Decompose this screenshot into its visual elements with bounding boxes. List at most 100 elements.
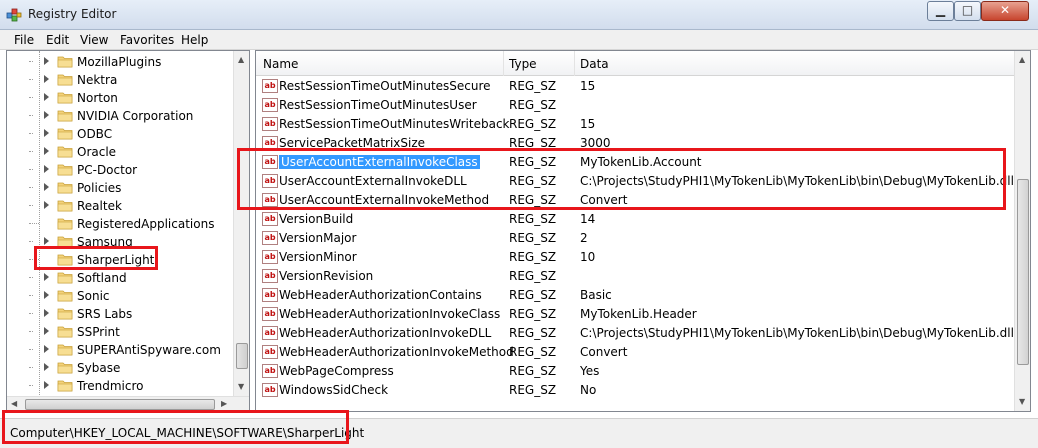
- registry-value-row[interactable]: ab VersionMinor REG_SZ 10: [256, 248, 1014, 267]
- column-header-type[interactable]: Type: [509, 57, 537, 71]
- expand-arrow-icon[interactable]: [44, 165, 49, 173]
- scroll-down-arrow-icon[interactable]: ▼: [238, 382, 244, 391]
- registry-value-row[interactable]: ab WebHeaderAuthorizationContains REG_SZ Ba…: [256, 286, 1014, 305]
- folder-icon: [57, 290, 73, 302]
- registry-value-row[interactable]: ab WebHeaderAuthorizationInvokeClass REG_S…: [256, 305, 1014, 324]
- string-value-icon: ab: [262, 98, 278, 112]
- tree-item[interactable]: SSPrint: [7, 323, 235, 341]
- expand-arrow-icon[interactable]: [44, 183, 49, 191]
- string-value-icon: ab: [262, 117, 278, 131]
- registry-value-row[interactable]: ab WebPageCompress REG_SZ Yes: [256, 362, 1014, 381]
- highlight-box-useraccount-values: [237, 148, 1006, 210]
- registry-value-row[interactable]: ab VersionMajor REG_SZ 2: [256, 229, 1014, 248]
- close-button[interactable]: ✕: [981, 1, 1029, 21]
- value-data: Convert: [580, 345, 628, 359]
- column-divider[interactable]: [574, 51, 575, 76]
- tree-item[interactable]: Trendmicro: [7, 377, 235, 395]
- scroll-left-arrow-icon[interactable]: ◀: [11, 399, 17, 408]
- menu-help[interactable]: Help: [181, 33, 208, 47]
- list-vertical-scroll-thumb[interactable]: [1017, 179, 1029, 365]
- expand-arrow-icon[interactable]: [44, 327, 49, 335]
- tree-item[interactable]: Sonic: [7, 287, 235, 305]
- tree-item[interactable]: Nektra: [7, 71, 235, 89]
- scroll-up-arrow-icon[interactable]: ▲: [1019, 55, 1025, 64]
- minimize-button[interactable]: ▁: [927, 1, 954, 21]
- tree-item[interactable]: ODBC: [7, 125, 235, 143]
- tree-item-label: PC-Doctor: [77, 163, 138, 177]
- folder-icon: [57, 128, 73, 140]
- expand-arrow-icon[interactable]: [44, 57, 49, 65]
- scroll-down-arrow-icon[interactable]: ▼: [1019, 397, 1025, 406]
- tree-item[interactable]: Oracle: [7, 143, 235, 161]
- expand-arrow-icon[interactable]: [44, 237, 49, 245]
- scroll-up-arrow-icon[interactable]: ▲: [238, 55, 244, 64]
- tree-item[interactable]: Policies: [7, 179, 235, 197]
- tree-item[interactable]: Realtek: [7, 197, 235, 215]
- registry-value-row[interactable]: ab WebHeaderAuthorizationInvokeMethod REG_…: [256, 343, 1014, 362]
- expand-arrow-icon[interactable]: [44, 345, 49, 353]
- value-type: REG_SZ: [509, 79, 557, 93]
- expand-arrow-icon[interactable]: [44, 129, 49, 137]
- value-list-pane[interactable]: Name Type Data ab RestSessionTimeOutMinut…: [255, 50, 1031, 412]
- tree-connector: [29, 277, 33, 278]
- menu-view[interactable]: View: [80, 33, 108, 47]
- menu-file[interactable]: File: [14, 33, 34, 47]
- expand-arrow-icon[interactable]: [44, 75, 49, 83]
- window-title: Registry Editor: [28, 7, 117, 21]
- expand-arrow-icon[interactable]: [44, 291, 49, 299]
- value-name: WebHeaderAuthorizationInvokeClass: [279, 307, 501, 321]
- expand-arrow-icon[interactable]: [44, 381, 49, 389]
- menu-edit[interactable]: Edit: [46, 33, 69, 47]
- expand-arrow-icon[interactable]: [44, 363, 49, 371]
- expand-arrow-icon[interactable]: [44, 111, 49, 119]
- list-vertical-scrollbar[interactable]: ▲ ▼: [1014, 51, 1030, 411]
- tree-item-label: Trendmicro: [77, 379, 144, 393]
- tree-item-label: SUPERAntiSpyware.com: [77, 343, 221, 357]
- scroll-right-arrow-icon[interactable]: ▶: [221, 399, 227, 408]
- tree-item[interactable]: NVIDIA Corporation: [7, 107, 235, 125]
- string-value-icon: ab: [262, 307, 278, 321]
- registry-editor-icon: [6, 8, 22, 22]
- string-value-icon: ab: [262, 288, 278, 302]
- tree-horizontal-scroll-thumb[interactable]: [25, 399, 215, 410]
- folder-icon: [57, 308, 73, 320]
- value-data: 15: [580, 79, 596, 93]
- tree-vertical-scrollbar[interactable]: ▲ ▼: [233, 51, 249, 396]
- column-header-data[interactable]: Data: [580, 57, 609, 71]
- menu-favorites[interactable]: Favorites: [120, 33, 174, 47]
- folder-icon: [57, 74, 73, 86]
- tree-item[interactable]: SRS Labs: [7, 305, 235, 323]
- registry-value-row[interactable]: ab RestSessionTimeOutMinutesWriteback REG_…: [256, 115, 1014, 134]
- registry-value-row[interactable]: ab RestSessionTimeOutMinutesUser REG_SZ: [256, 96, 1014, 115]
- string-value-icon: ab: [262, 383, 278, 397]
- column-divider[interactable]: [503, 51, 504, 76]
- tree-item[interactable]: RegisteredApplications: [7, 215, 235, 233]
- expand-arrow-icon[interactable]: [44, 201, 49, 209]
- tree-item-label: Policies: [77, 181, 122, 195]
- registry-value-row[interactable]: ab WebHeaderAuthorizationInvokeDLL REG_SZ C…: [256, 324, 1014, 343]
- column-header-name[interactable]: Name: [263, 57, 298, 71]
- tree-item[interactable]: MozillaPlugins: [7, 53, 235, 71]
- tree-vertical-scroll-thumb[interactable]: [236, 343, 248, 369]
- registry-value-row[interactable]: ab VersionBuild REG_SZ 14: [256, 210, 1014, 229]
- tree-item[interactable]: Norton: [7, 89, 235, 107]
- expand-arrow-icon[interactable]: [44, 273, 49, 281]
- expand-arrow-icon[interactable]: [44, 309, 49, 317]
- registry-value-row[interactable]: ab WindowsSidCheck REG_SZ No: [256, 381, 1014, 400]
- tree-item[interactable]: Softland: [7, 269, 235, 287]
- tree-item-label: Realtek: [77, 199, 122, 213]
- tree-item[interactable]: Sybase: [7, 359, 235, 377]
- expand-arrow-icon[interactable]: [44, 93, 49, 101]
- value-type: REG_SZ: [509, 98, 557, 112]
- registry-value-row[interactable]: ab VersionRevision REG_SZ: [256, 267, 1014, 286]
- tree-item[interactable]: PC-Doctor: [7, 161, 235, 179]
- tree-item[interactable]: SUPERAntiSpyware.com: [7, 341, 235, 359]
- registry-value-row[interactable]: ab RestSessionTimeOutMinutesSecure REG_SZ 1…: [256, 77, 1014, 96]
- title-bar: Registry Editor ▁ □ ✕: [0, 0, 1038, 30]
- maximize-button[interactable]: □: [954, 1, 981, 21]
- expand-arrow-icon[interactable]: [44, 147, 49, 155]
- string-value-icon: ab: [262, 364, 278, 378]
- value-type: REG_SZ: [509, 250, 557, 264]
- string-value-icon: ab: [262, 231, 278, 245]
- key-tree-pane[interactable]: MozillaPlugins Nektra Norton NVIDIA Corpora…: [6, 50, 250, 412]
